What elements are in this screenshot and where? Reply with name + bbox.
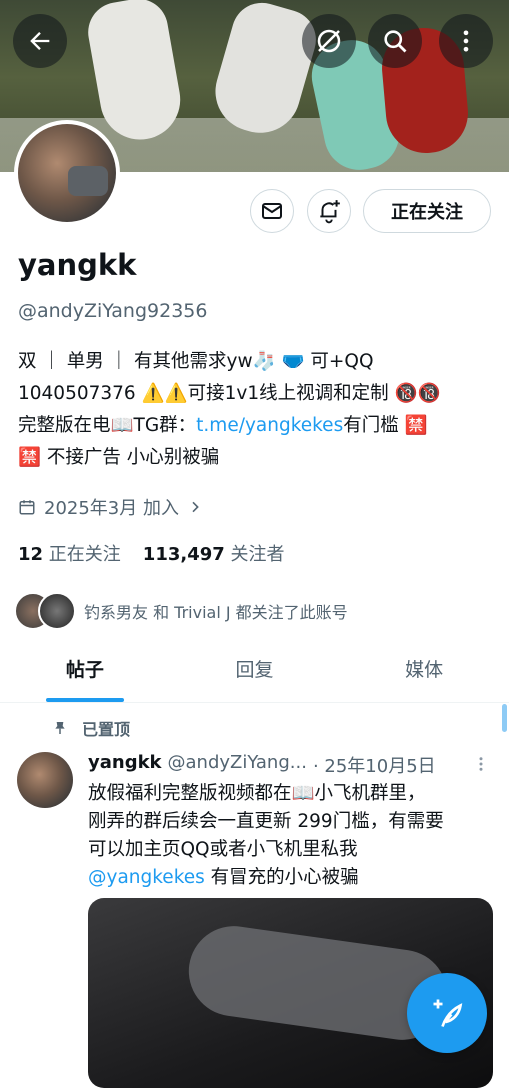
pinned-label: 已置顶: [82, 720, 131, 739]
followed-by-row[interactable]: 钓系男友 和 Trivial J 都关注了此账号: [14, 592, 348, 630]
post-author-name[interactable]: yangkk: [88, 752, 162, 778]
notify-button[interactable]: [307, 189, 351, 233]
post-line-4-suffix: 有冒充的小心被骗: [204, 867, 359, 888]
tab-posts-label: 帖子: [65, 659, 104, 681]
following-button[interactable]: 正在关注: [363, 189, 491, 233]
following-stat[interactable]: 12 正在关注: [18, 540, 121, 566]
bio-line-1: 双 ｜ 单男 ｜ 有其他需求yw🧦 🩲 可+QQ: [18, 351, 374, 372]
scrollbar[interactable]: [502, 704, 507, 732]
profile-handle: @andyZiYang92356: [18, 300, 208, 322]
profile-name: yangkk: [18, 248, 137, 282]
profile-bio: 双 ｜ 单男 ｜ 有其他需求yw🧦 🩲 可+QQ 1040507376 ⚠️⚠️…: [18, 346, 496, 474]
post-line-1: 放假福利完整版视频都在📖小飞机群里，: [88, 783, 426, 804]
bio-line-2: 1040507376 ⚠️⚠️可接1v1线上视调和定制 🔞🔞: [18, 383, 441, 404]
feather-plus-icon: [433, 999, 463, 1027]
post-line-2: 刚弄的群后续会一直更新 299门槛，有需要: [88, 811, 444, 832]
tab-replies-label: 回复: [235, 659, 274, 681]
grok-button[interactable]: [302, 14, 356, 68]
mail-icon: [262, 203, 282, 219]
post-line-4: @yangkekes 有冒充的小心被骗: [88, 864, 498, 892]
tab-media[interactable]: 媒体: [339, 644, 509, 702]
bio-line-3-suffix: 有门槛 🈲: [343, 415, 428, 436]
message-button[interactable]: [250, 189, 294, 233]
back-arrow-icon: [30, 32, 50, 50]
followers-stat[interactable]: 113,497 关注者: [143, 540, 285, 566]
more-vertical-icon: [463, 30, 469, 52]
post-author-handle[interactable]: @andyZiYang...: [168, 752, 307, 778]
back-button[interactable]: [13, 14, 67, 68]
search-icon: [384, 30, 407, 53]
calendar-icon: [19, 500, 35, 515]
slash-circle-icon: [317, 29, 341, 53]
pin-icon: [55, 722, 65, 734]
followers-count: 113,497: [142, 544, 225, 565]
following-count: 12: [18, 544, 44, 565]
post-more-button[interactable]: [472, 752, 490, 780]
profile-avatar-frame[interactable]: [14, 120, 120, 226]
bio-telegram-link[interactable]: t.me/yangkekes: [196, 415, 343, 436]
more-button[interactable]: [439, 14, 493, 68]
joined-date: 2025年3月 加入: [44, 498, 179, 519]
pinned-indicator: 已置顶: [52, 716, 130, 740]
profile-tabs: 帖子 回复 媒体: [0, 644, 509, 703]
post-mention-link[interactable]: @yangkekes: [88, 867, 205, 888]
bio-line-4: 🈲 不接广告 小心别被骗: [18, 447, 220, 468]
tab-media-label: 媒体: [405, 659, 444, 681]
avatar-shorts: [68, 166, 108, 196]
avatar: [18, 124, 116, 222]
tab-active-indicator: [45, 698, 124, 702]
search-button[interactable]: [368, 14, 422, 68]
tab-posts[interactable]: 帖子: [0, 644, 170, 702]
tab-replies[interactable]: 回复: [170, 644, 340, 702]
post-header: yangkk @andyZiYang... · 25年10月5日: [88, 752, 436, 778]
post-text: 放假福利完整版视频都在📖小飞机群里， 刚弄的群后续会一直更新 299门槛，有需要…: [88, 780, 498, 892]
chevron-right-icon: [192, 501, 199, 513]
more-vertical-icon: [479, 757, 483, 771]
followed-by-text: 钓系男友 和 Trivial J 都关注了此账号: [84, 603, 348, 622]
followers-label: 关注者: [230, 544, 285, 565]
post-author-avatar[interactable]: [17, 752, 73, 808]
following-label: 正在关注: [48, 544, 121, 565]
bell-plus-icon: [320, 200, 340, 224]
joined-date-row[interactable]: 2025年3月 加入: [18, 494, 203, 520]
compose-post-button[interactable]: [407, 973, 487, 1053]
post-date[interactable]: · 25年10月5日: [313, 752, 436, 778]
bio-line-3: 完整版在电📖TG群：t.me/yangkekes有门槛 🈲: [18, 410, 496, 442]
bio-line-3-prefix: 完整版在电📖TG群：: [18, 415, 197, 436]
follow-stats: 12 正在关注 113,497 关注者: [18, 540, 285, 566]
post-line-3: 可以加主页QQ或者小飞机里私我: [88, 839, 358, 860]
follower-avatar-2: [38, 592, 76, 630]
